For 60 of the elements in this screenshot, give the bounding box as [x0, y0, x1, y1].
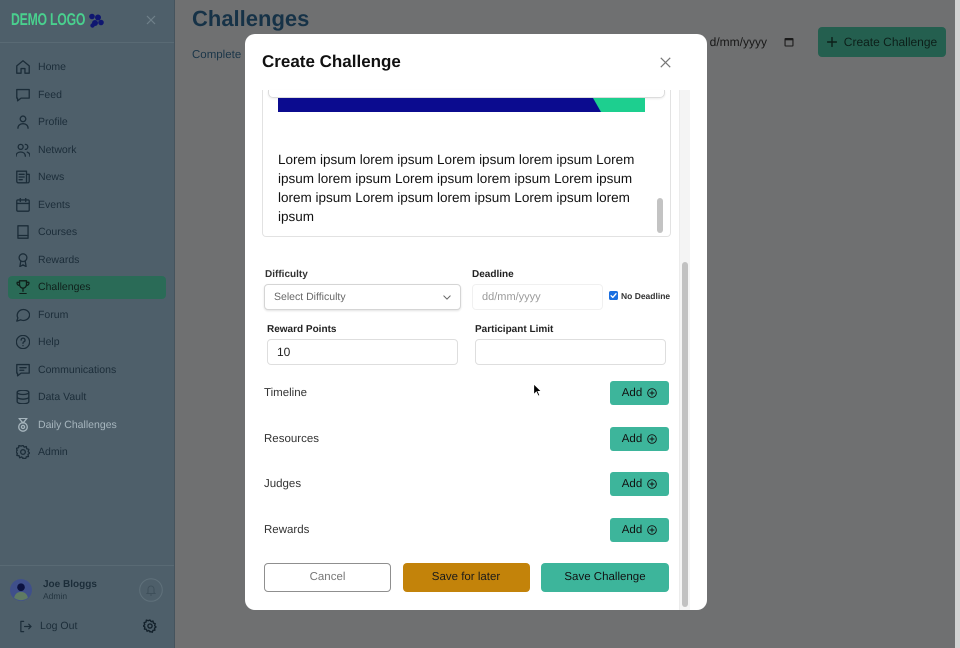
cancel-button[interactable]: Cancel: [264, 562, 391, 592]
users-icon: [16, 142, 30, 156]
scrollbar[interactable]: [657, 198, 663, 233]
plus-icon: [826, 37, 837, 47]
input-field[interactable]: [475, 339, 666, 365]
scrollbar[interactable]: [682, 262, 688, 607]
add-button[interactable]: Add: [610, 426, 669, 450]
close-icon[interactable]: [660, 56, 671, 68]
database-icon: [16, 390, 30, 404]
help-icon: [16, 335, 30, 349]
plus-circle-icon: [647, 524, 658, 534]
add-button[interactable]: Add: [610, 518, 669, 542]
user-icon: [16, 115, 30, 129]
page-subtitle: Complete: [192, 49, 242, 61]
calendar-icon: [16, 198, 30, 212]
section-label: Timeline: [264, 387, 308, 399]
section-label: Judges: [264, 478, 302, 490]
create-challenge-button[interactable]: Create Challenge: [818, 27, 946, 57]
date-field: dd/mm/yyyy: [472, 284, 603, 310]
logo-icon: [88, 12, 104, 28]
avatar-icon: [10, 579, 32, 601]
select-field[interactable]: Select Difficulty: [264, 284, 461, 310]
settings-icon[interactable]: [143, 619, 157, 633]
section-label: Rewards: [264, 524, 310, 536]
add-button[interactable]: Add: [610, 381, 669, 405]
home-icon: [16, 60, 30, 74]
plus-circle-icon: [647, 388, 658, 398]
chat-bubble-icon: [16, 308, 30, 322]
field-label: Deadline: [472, 269, 515, 281]
section-label: Resources: [264, 432, 319, 444]
logout-icon: [19, 620, 32, 632]
field-label: Participant Limit: [475, 324, 554, 336]
logo-text: DEMO LOGO: [11, 11, 86, 29]
chat-icon: [16, 88, 30, 102]
checkbox-label: No Deadline: [621, 291, 670, 301]
cursor-icon: [533, 383, 542, 397]
field-label: Reward Points: [267, 324, 338, 336]
newspaper-icon: [16, 170, 30, 184]
editor-text: Lorem ipsum lorem ipsum Lorem ipsum lorem ipsum Lorem ipsum lorem ipsum Lorem ipsum lorem ipsum Lorem ipsum lorem ipsum Lorem ipsum lorem ipsum Lorem ipsum lorem ipsum: [278, 151, 636, 226]
award-icon: [16, 252, 30, 266]
medal-icon: [16, 418, 30, 432]
message-icon: [16, 362, 30, 376]
chevron-down-icon: [443, 294, 451, 300]
rich-text-field[interactable]: Lorem ipsum lorem ipsum Lorem ipsum lorem ipsum Lorem ipsum lorem ipsum Lorem ipsum lorem ipsum Lorem ipsum lorem ipsum Lorem ipsum lorem ipsum Lorem ipsum lorem ipsum: [262, 90, 671, 237]
save-draft-button[interactable]: Save for later: [402, 562, 530, 592]
modal-title: Create Challenge: [262, 52, 401, 72]
save-button[interactable]: Save Challenge: [541, 562, 669, 592]
field-label: Difficulty: [264, 269, 309, 281]
settings-icon: [16, 445, 30, 459]
add-button[interactable]: Add: [610, 472, 669, 496]
trophy-icon: [16, 280, 30, 294]
book-icon: [16, 225, 30, 239]
page-title: Challenges: [192, 6, 310, 32]
bell-icon[interactable]: [139, 578, 163, 602]
date-field[interactable]: d/mm/yyyy: [710, 27, 800, 57]
plus-circle-icon: [647, 479, 658, 489]
input-field[interactable]: 10: [267, 339, 458, 365]
plus-circle-icon: [647, 434, 658, 444]
nav-item[interactable]: Challenges: [8, 276, 166, 298]
calendar-icon: [784, 37, 794, 47]
